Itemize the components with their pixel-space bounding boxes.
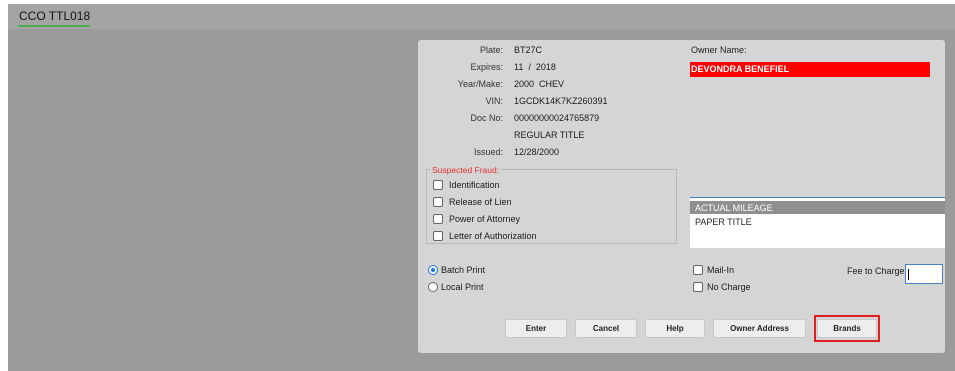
suspected-fraud-legend: Suspected Fraud: [430,165,502,175]
mail-in-option[interactable]: Mail-In [693,265,734,275]
owner-name-value: DEVONDRA BENEFIEL [690,62,930,77]
yearmake-label: Year/Make: [457,79,503,89]
power-of-attorney-checkbox[interactable] [433,214,443,224]
expires-value: 11 / 2018 [514,62,556,72]
local-print-option[interactable]: Local Print [428,282,484,292]
power-of-attorney-label: Power of Attorney [449,214,521,224]
fraud-identification-option[interactable]: Identification [433,180,500,190]
enter-button[interactable]: Enter [505,319,567,338]
batch-print-label: Batch Print [441,265,486,275]
letter-of-authorization-checkbox[interactable] [433,231,443,241]
docno-value: 00000000024765879 [514,113,600,123]
no-charge-checkbox[interactable] [693,282,703,292]
list-item-selected[interactable]: ACTUAL MILEAGE [690,201,945,214]
help-button[interactable]: Help [645,319,705,338]
letter-of-authorization-label: Letter of Authorization [449,231,537,241]
issued-value: 12/28/2000 [514,147,560,157]
title-dialog: Plate: BT27C Expires: 11 / 2018 Year/Mak… [418,40,945,353]
yearmake-value: 2000 CHEV [514,79,565,89]
owner-name-label: Owner Name: [691,45,747,55]
fee-to-charge-label: Fee to Charge: [847,266,908,276]
identification-label: Identification [449,180,500,190]
title-underline [18,25,90,27]
suspected-fraud-group: Suspected Fraud: Identification Release … [426,165,677,244]
local-print-radio[interactable] [428,282,438,292]
batch-print-radio[interactable] [428,265,438,275]
release-of-lien-label: Release of Lien [449,197,512,207]
vin-value: 1GCDK14K7KZ260391 [514,96,608,106]
fraud-letter-option[interactable]: Letter of Authorization [433,231,537,241]
brands-list[interactable]: ACTUAL MILEAGE PAPER TITLE [690,197,945,248]
no-charge-option[interactable]: No Charge [693,282,751,292]
batch-print-option[interactable]: Batch Print [428,265,485,275]
title-type: REGULAR TITLE [514,130,585,140]
local-print-label: Local Print [441,282,484,292]
app-header: CCO TTL018 [8,4,955,29]
expires-label: Expires: [470,62,503,72]
vin-label: VIN: [485,96,503,106]
fee-to-charge-input[interactable] [905,264,943,284]
fraud-release-option[interactable]: Release of Lien [433,197,512,207]
identification-checkbox[interactable] [433,180,443,190]
plate-label: Plate: [479,45,503,55]
plate-value: BT27C [514,45,543,55]
mail-in-label: Mail-In [707,265,735,275]
brands-highlight-box [814,315,880,342]
fraud-power-option[interactable]: Power of Attorney [433,214,520,224]
owner-address-button[interactable]: Owner Address [713,319,806,338]
issued-label: Issued: [473,147,503,157]
list-item[interactable]: PAPER TITLE [690,215,945,228]
text-cursor [908,269,909,280]
mail-in-checkbox[interactable] [693,265,703,275]
app-title: CCO TTL018 [19,9,91,23]
release-of-lien-checkbox[interactable] [433,197,443,207]
cancel-button[interactable]: Cancel [575,319,637,338]
no-charge-label: No Charge [707,282,751,292]
docno-label: Doc No: [470,113,503,123]
